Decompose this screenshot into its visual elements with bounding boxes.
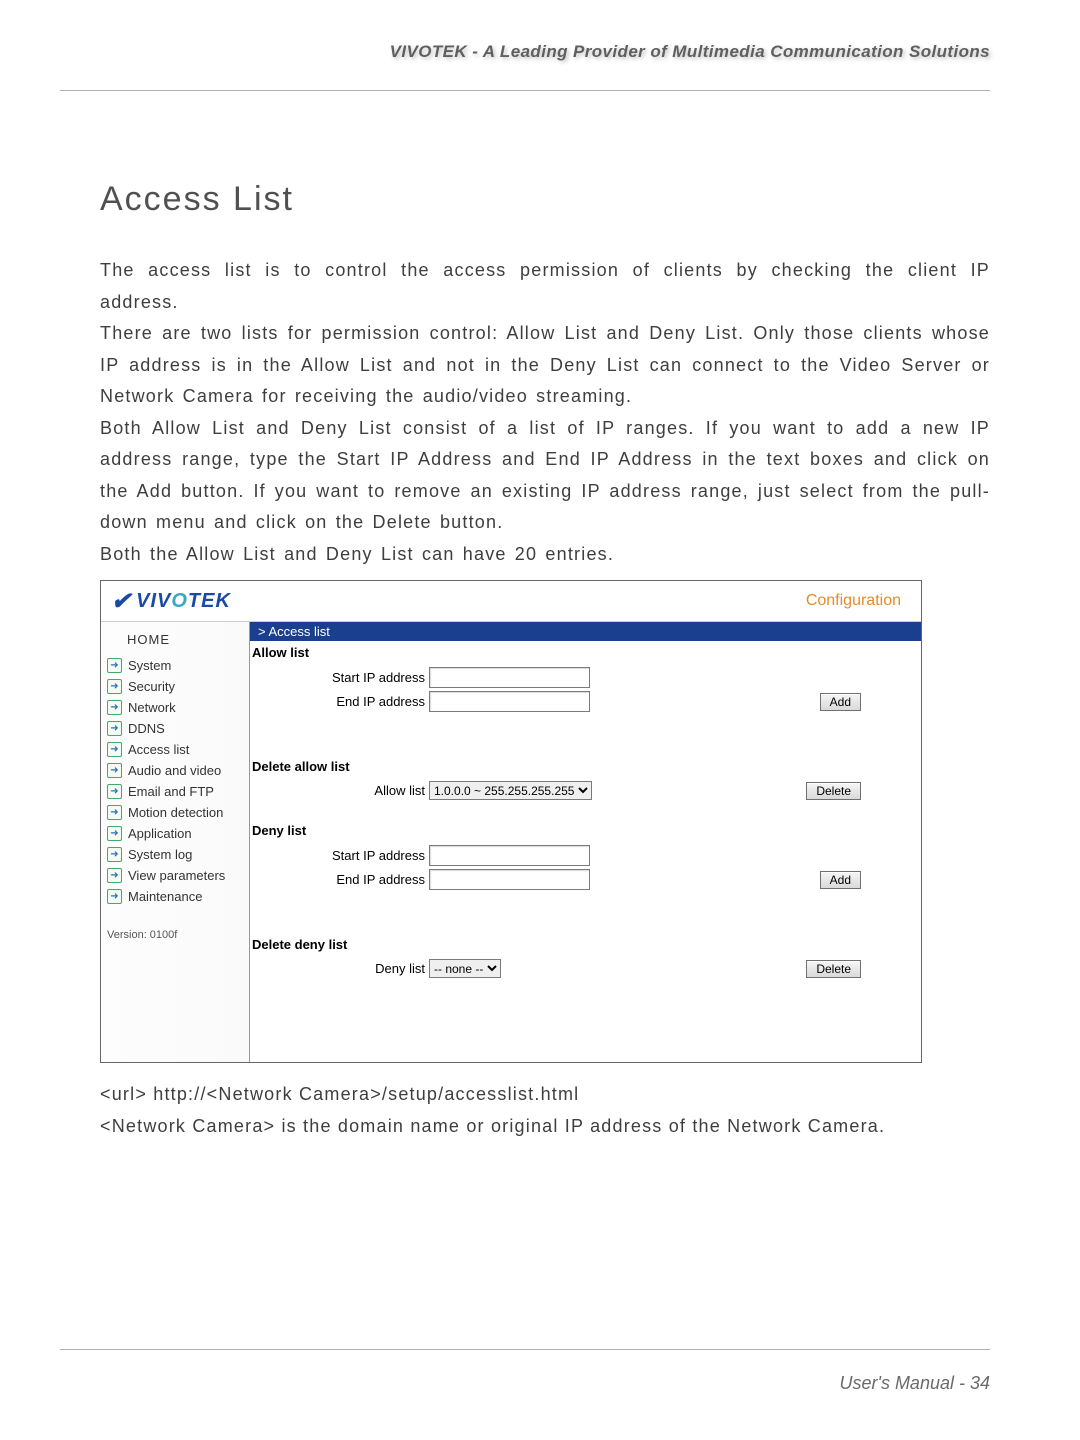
arrow-icon: ➜ [107, 763, 122, 778]
arrow-icon: ➜ [107, 784, 122, 799]
delete-allow-title: Delete allow list [250, 755, 921, 778]
sidebar-item-label: Security [128, 679, 175, 694]
deny-end-ip-label: End IP address [250, 872, 429, 887]
deny-list-title: Deny list [250, 819, 921, 842]
deny-list-select-label: Deny list [250, 961, 429, 976]
allow-list-group: Allow list Start IP address End IP addre… [250, 641, 921, 725]
paragraph-4: Both the Allow List and Deny List can ha… [100, 539, 990, 571]
sidebar-item-label: Audio and video [128, 763, 221, 778]
sidebar-item-label: Access list [128, 742, 189, 757]
sidebar-item-label: Email and FTP [128, 784, 214, 799]
deny-start-ip-label: Start IP address [250, 848, 429, 863]
url-note-1: <url> http://<Network Camera>/setup/acce… [100, 1079, 990, 1111]
sidebar-item-email-ftp[interactable]: ➜ Email and FTP [101, 781, 249, 802]
header-tagline: VIVOTEK - A Leading Provider of Multimed… [390, 42, 990, 62]
sidebar-item-application[interactable]: ➜ Application [101, 823, 249, 844]
start-ip-label: Start IP address [250, 670, 429, 685]
sidebar-item-label: System log [128, 847, 192, 862]
sidebar-item-label: DDNS [128, 721, 165, 736]
sidebar-item-ddns[interactable]: ➜ DDNS [101, 718, 249, 739]
footer-rule [60, 1349, 990, 1350]
sidebar-item-access-list[interactable]: ➜ Access list [101, 739, 249, 760]
sidebar-item-label: Network [128, 700, 176, 715]
deny-list-select[interactable]: -- none -- [429, 959, 501, 978]
deny-delete-button[interactable]: Delete [806, 960, 861, 978]
delete-allow-group: Delete allow list Allow list 1.0.0.0 ~ 2… [250, 755, 921, 813]
allow-start-ip-input[interactable] [429, 667, 590, 688]
arrow-icon: ➜ [107, 700, 122, 715]
arrow-icon: ➜ [107, 889, 122, 904]
sidebar-item-audio-video[interactable]: ➜ Audio and video [101, 760, 249, 781]
screenshot-body: HOME ➜ System ➜ Security ➜ Network ➜ DDNS ➜ A… [101, 622, 921, 1062]
url-note-2: <Network Camera> is the domain name or o… [100, 1111, 990, 1143]
logo-mark-icon: ✔ [111, 587, 132, 616]
paragraph-2: There are two lists for permission contr… [100, 318, 990, 413]
arrow-icon: ➜ [107, 805, 122, 820]
footer-pageno: User's Manual - 34 [840, 1373, 991, 1394]
paragraph-3: Both Allow List and Deny List consist of… [100, 413, 990, 539]
sidebar: HOME ➜ System ➜ Security ➜ Network ➜ DDNS ➜ A… [101, 622, 250, 1062]
sidebar-item-system[interactable]: ➜ System [101, 655, 249, 676]
allow-list-select-label: Allow list [250, 783, 429, 798]
sidebar-item-label: Motion detection [128, 805, 223, 820]
sidebar-item-security[interactable]: ➜ Security [101, 676, 249, 697]
arrow-icon: ➜ [107, 721, 122, 736]
embedded-screenshot: ✔ VIVOTEK Configuration HOME ➜ System ➜ Se… [100, 580, 922, 1063]
arrow-icon: ➜ [107, 658, 122, 673]
paragraph-1: The access list is to control the access… [100, 255, 990, 318]
end-ip-label: End IP address [250, 694, 429, 709]
deny-end-ip-input[interactable] [429, 869, 590, 890]
arrow-icon: ➜ [107, 679, 122, 694]
screenshot-topbar: ✔ VIVOTEK Configuration [101, 581, 921, 622]
arrow-icon: ➜ [107, 847, 122, 862]
sidebar-home[interactable]: HOME [101, 626, 249, 655]
deny-list-group: Deny list Start IP address End IP addres… [250, 819, 921, 903]
header-rule [60, 90, 990, 91]
sidebar-item-label: System [128, 658, 171, 673]
logo: ✔ VIVOTEK [111, 587, 231, 616]
arrow-icon: ➜ [107, 826, 122, 841]
sidebar-item-motion[interactable]: ➜ Motion detection [101, 802, 249, 823]
sidebar-item-network[interactable]: ➜ Network [101, 697, 249, 718]
content-area: Access List The access list is to contro… [100, 180, 990, 1142]
breadcrumb: > Access list [250, 622, 921, 641]
sidebar-item-viewparams[interactable]: ➜ View parameters [101, 865, 249, 886]
deny-start-ip-input[interactable] [429, 845, 590, 866]
allow-delete-button[interactable]: Delete [806, 782, 861, 800]
allow-list-title: Allow list [250, 641, 921, 664]
sidebar-item-label: Maintenance [128, 889, 202, 904]
deny-add-button[interactable]: Add [820, 871, 861, 889]
arrow-icon: ➜ [107, 742, 122, 757]
logo-text: VIVOTEK [136, 590, 231, 613]
sidebar-item-label: Application [128, 826, 192, 841]
main-panel: > Access list Allow list Start IP addres… [250, 622, 921, 1062]
configuration-link[interactable]: Configuration [806, 592, 901, 610]
sidebar-item-label: View parameters [128, 868, 225, 883]
arrow-icon: ➜ [107, 868, 122, 883]
sidebar-item-systemlog[interactable]: ➜ System log [101, 844, 249, 865]
allow-add-button[interactable]: Add [820, 693, 861, 711]
delete-deny-group: Delete deny list Deny list -- none -- De… [250, 933, 921, 991]
delete-deny-title: Delete deny list [250, 933, 921, 956]
allow-end-ip-input[interactable] [429, 691, 590, 712]
page-title: Access List [100, 180, 990, 219]
allow-list-select[interactable]: 1.0.0.0 ~ 255.255.255.255 [429, 781, 592, 800]
version-label: Version: 0100f [101, 907, 249, 941]
sidebar-item-maintenance[interactable]: ➜ Maintenance [101, 886, 249, 907]
